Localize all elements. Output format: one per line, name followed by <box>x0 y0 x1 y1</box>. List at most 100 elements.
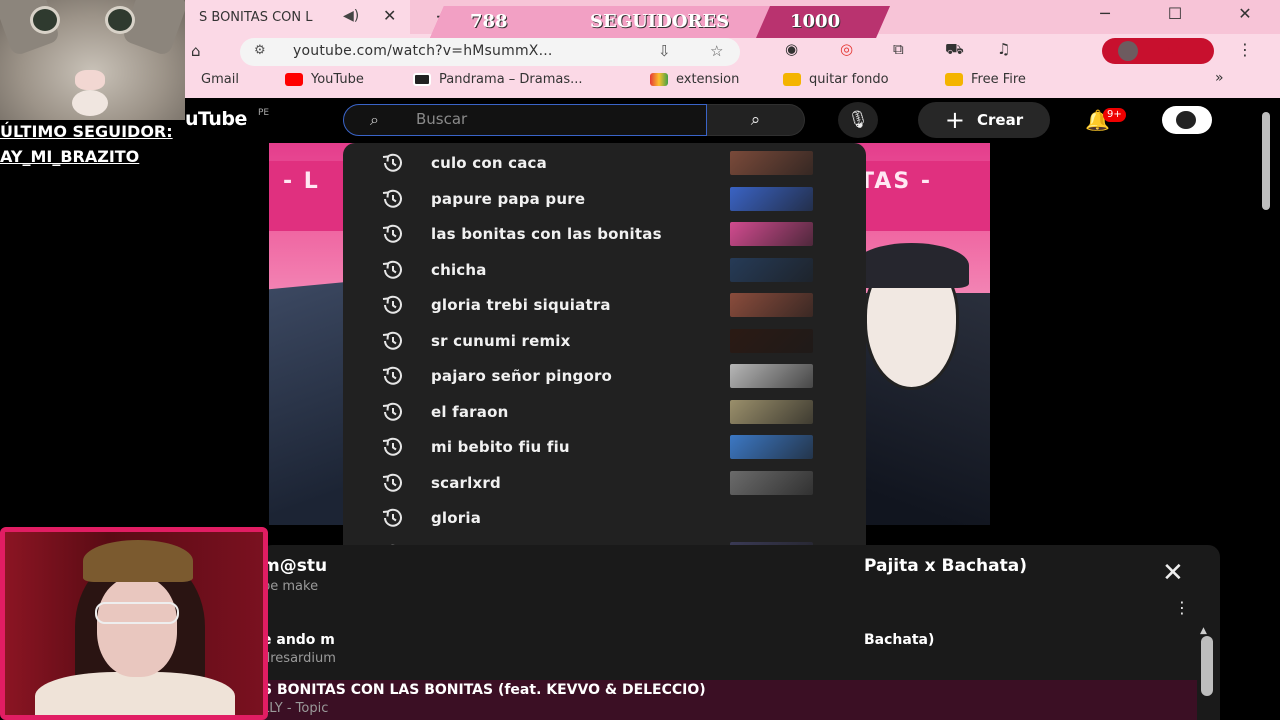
bookmark-star-icon[interactable]: ☆ <box>710 42 723 60</box>
bookmarks-more-icon[interactable]: » <box>1215 70 1224 86</box>
queue-scrollbar[interactable] <box>1201 636 1213 696</box>
cat-nose <box>75 70 105 90</box>
create-button[interactable]: + Crear <box>918 102 1050 138</box>
streamer-face <box>97 577 177 677</box>
page-scrollbar[interactable] <box>1262 112 1270 210</box>
queue-item-current[interactable]: S BONITAS CON LAS BONITAS (feat. KEVVO &… <box>260 680 1197 720</box>
last-follower-name: AY_MI_BRAZITO <box>0 147 140 166</box>
history-icon <box>380 366 406 386</box>
extension-spiral-icon[interactable]: ◎ <box>840 40 853 58</box>
search-suggestion[interactable]: gloria trebi siquiatra <box>343 287 866 323</box>
search-suggestion[interactable]: el faraon <box>343 394 866 430</box>
tab-close-icon[interactable]: ✕ <box>383 6 396 25</box>
video-art-character-cap <box>854 243 969 288</box>
search-button[interactable]: ⌕ <box>707 104 805 136</box>
history-icon <box>380 295 406 315</box>
search-suggestion[interactable]: las bonitas con las bonitas <box>343 216 866 252</box>
search-suggestion[interactable]: sr cunumi remix <box>343 323 866 359</box>
voice-search-button[interactable]: 🎙 <box>838 102 878 138</box>
history-icon <box>380 260 406 280</box>
suggestion-thumbnail[interactable] <box>730 435 813 459</box>
history-icon <box>380 508 406 528</box>
history-icon <box>380 331 406 351</box>
cat-eye <box>30 6 60 34</box>
bookmark-quitar-fondo[interactable]: quitar fondo <box>783 72 889 87</box>
search-input[interactable] <box>416 110 686 128</box>
tab-title: S BONITAS CON L <box>199 9 313 25</box>
suggestion-text: gloria trebi siquiatra <box>431 296 611 314</box>
history-icon <box>380 224 406 244</box>
queue-scroll-up-icon[interactable]: ▲ <box>1200 626 1207 636</box>
queue-menu-icon[interactable]: ⋮ <box>1174 598 1190 617</box>
folder-icon <box>783 73 801 86</box>
suggestion-text: el faraon <box>431 402 509 421</box>
suggestion-text: mi bebito fiu fiu <box>431 438 570 456</box>
minimize-icon[interactable]: ─ <box>1090 4 1120 23</box>
install-app-icon[interactable]: ⇩ <box>658 42 671 60</box>
create-label: Crear <box>977 111 1024 129</box>
microphone-icon: 🎙 <box>847 110 869 130</box>
search-suggestion[interactable]: culo con caca <box>343 145 866 181</box>
address-bar[interactable]: ⚙ youtube.com/watch?v=hMsummX... ⇩ ☆ <box>240 38 740 66</box>
url-text[interactable]: youtube.com/watch?v=hMsummX... <box>293 43 553 59</box>
window-close-icon[interactable]: ✕ <box>1230 4 1260 23</box>
search-suggestion[interactable]: gloria <box>343 500 866 536</box>
search-suggestion[interactable]: scarlxrd <box>343 465 866 501</box>
extension-car-icon[interactable]: ⛟ <box>945 40 964 60</box>
avatar-face <box>1174 109 1198 131</box>
suggestion-text: culo con caca <box>431 154 547 172</box>
suggestion-thumbnail[interactable] <box>730 293 813 317</box>
folder-icon <box>945 73 963 86</box>
bookmark-youtube[interactable]: YouTube <box>285 72 364 87</box>
tab-youtube[interactable]: S BONITAS CON L <box>185 0 410 34</box>
suggestion-thumbnail[interactable] <box>730 222 813 246</box>
bookmark-label: Pandrama – Dramas... <box>439 72 583 87</box>
suggestion-thumbnail[interactable] <box>730 399 813 424</box>
bookmark-label: quitar fondo <box>809 72 889 87</box>
extensions-puzzle-icon[interactable]: ⧉ <box>893 40 904 58</box>
cat-image <box>0 0 185 120</box>
search-box[interactable]: ⌕ <box>343 104 707 136</box>
suggestion-text: las bonitas con las bonitas <box>431 225 662 243</box>
notification-badge: 9+ <box>1103 108 1126 122</box>
video-art-title-right: TAS - <box>859 169 932 194</box>
suggestion-text: scarlxrd <box>431 473 501 492</box>
bookmark-label: Free Fire <box>971 72 1026 87</box>
history-icon <box>380 402 406 422</box>
rainbow-icon <box>650 73 668 86</box>
home-icon[interactable]: ⌂ <box>191 42 201 60</box>
search-suggestion[interactable]: papure papa pure <box>343 181 866 217</box>
bookmark-gmail[interactable]: Gmail <box>193 72 239 87</box>
profile-label: Error <box>1154 43 1184 57</box>
history-icon <box>380 153 406 173</box>
suggestion-thumbnail[interactable] <box>730 186 813 211</box>
streamer-glasses <box>95 602 179 624</box>
site-settings-icon[interactable]: ⚙ <box>254 43 266 58</box>
youtube-icon <box>285 73 303 86</box>
maximize-icon[interactable]: ☐ <box>1160 4 1190 23</box>
follower-goal-banner: 788 SEGUIDORES 1000 <box>430 6 890 38</box>
extension-panda-icon[interactable]: ◉ <box>785 40 798 58</box>
bookmark-extension[interactable]: extension <box>650 72 739 87</box>
suggestion-thumbnail[interactable] <box>730 328 813 353</box>
search-suggestion[interactable]: pajaro señor pingoro <box>343 358 866 394</box>
suggestion-thumbnail[interactable] <box>730 257 813 282</box>
suggestion-thumbnail[interactable] <box>730 151 813 175</box>
search-suggestion[interactable]: chicha <box>343 252 866 288</box>
bookmark-free-fire[interactable]: Free Fire <box>945 72 1026 87</box>
browser-menu-icon[interactable]: ⋮ <box>1237 40 1253 59</box>
suggestion-text: sr cunumi remix <box>431 331 571 350</box>
country-code: PE <box>258 108 270 118</box>
tab-audio-icon[interactable]: ◀) <box>343 8 359 24</box>
queue-close-icon[interactable]: ✕ <box>1162 558 1184 588</box>
search-suggestion[interactable]: mi bebito fiu fiu <box>343 429 866 465</box>
suggestion-thumbnail[interactable] <box>730 470 813 495</box>
media-control-icon[interactable]: ♫ <box>997 40 1010 58</box>
queue-item[interactable]: e ando m Bachata) dresardium <box>260 630 1197 674</box>
bookmark-pandrama[interactable]: Pandrama – Dramas... <box>413 72 583 87</box>
youtube-logo[interactable]: uTube <box>185 108 247 130</box>
suggestion-thumbnail[interactable] <box>730 364 813 388</box>
profile-button[interactable]: Error <box>1102 38 1214 64</box>
queue-title: m@stu <box>262 556 328 576</box>
user-avatar[interactable] <box>1162 106 1212 134</box>
